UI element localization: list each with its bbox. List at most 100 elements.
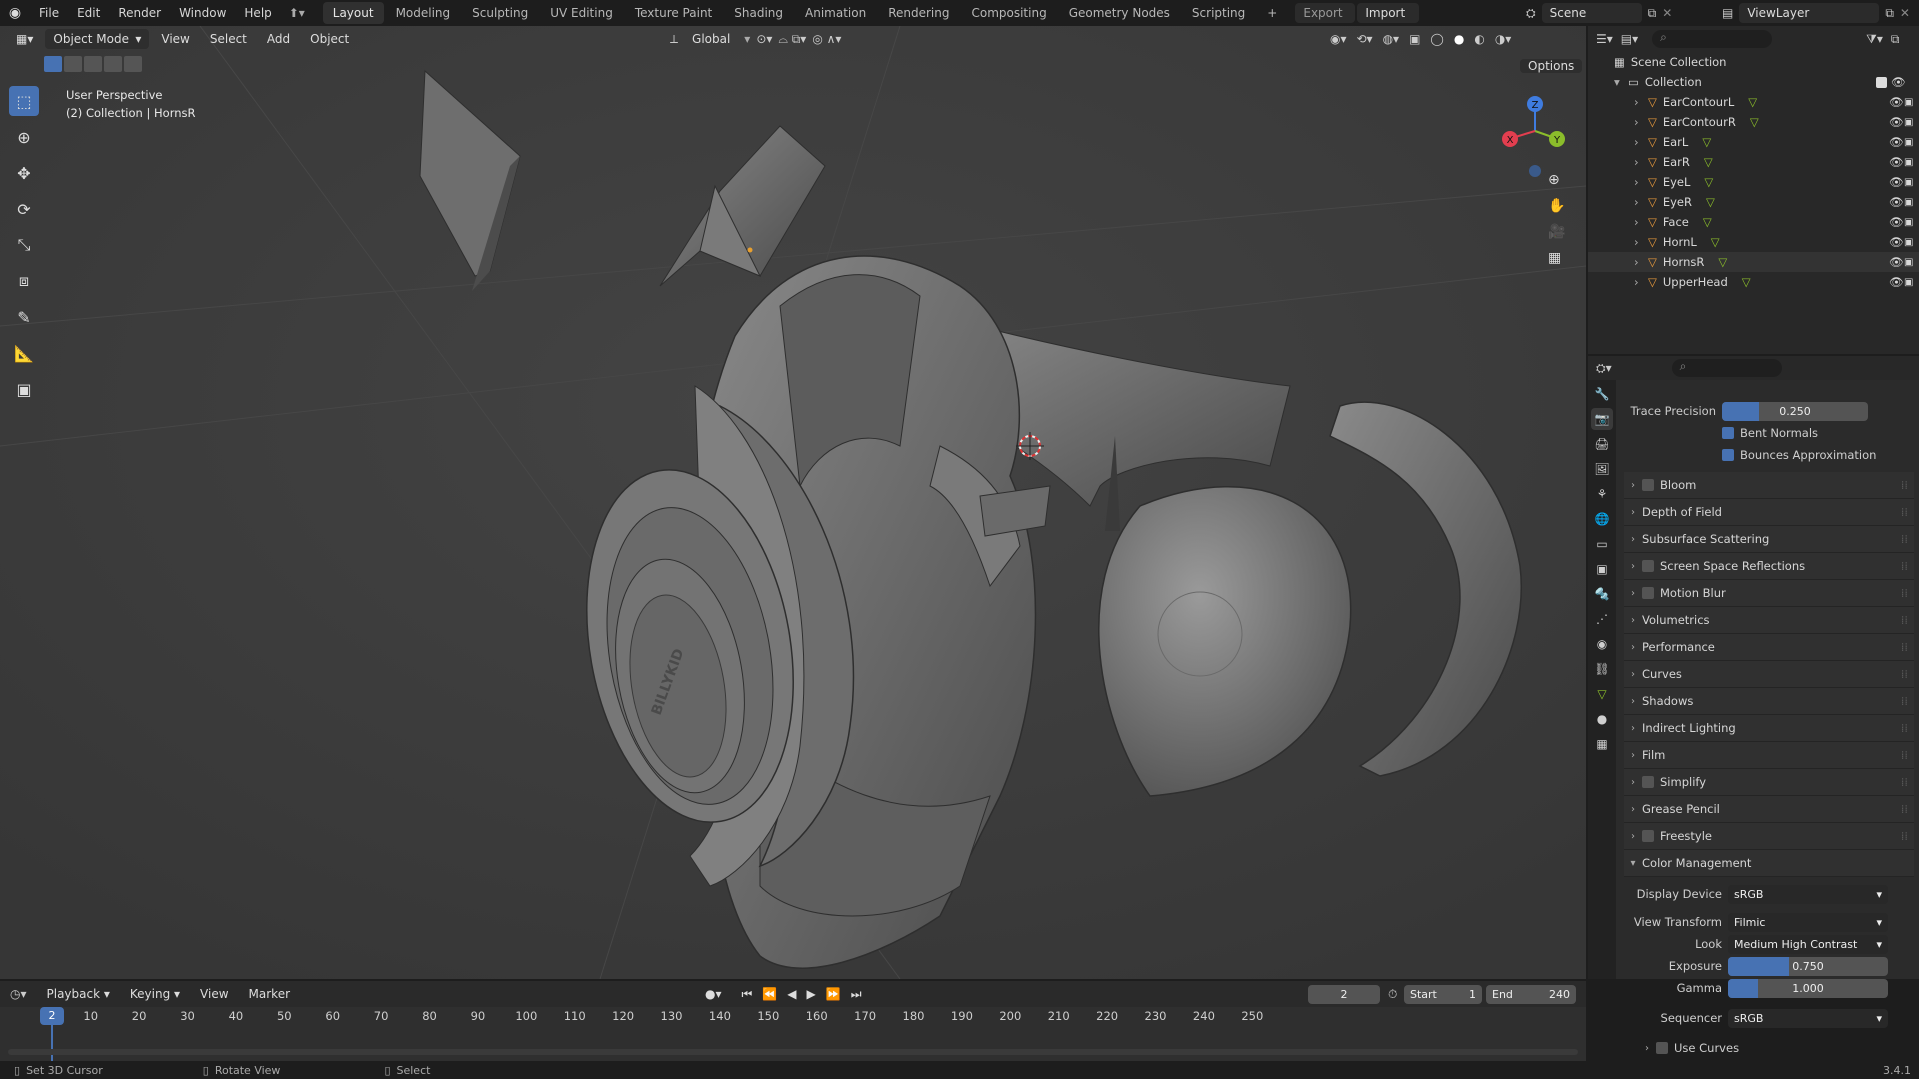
render-camera-icon[interactable]: ▣ — [1904, 277, 1913, 288]
outliner-collection[interactable]: ▾ ▭ Collection 👁 — [1588, 72, 1919, 92]
record-keyframe-icon[interactable]: ●▾ — [705, 987, 722, 1001]
section-shadows[interactable]: › Shadows ⁞⁞ — [1624, 688, 1914, 715]
play-icon[interactable]: ▶ — [807, 987, 816, 1001]
options-button[interactable]: Options — [1520, 56, 1583, 76]
bounces-approximation-checkbox[interactable] — [1722, 449, 1734, 461]
render-camera-icon[interactable]: ▣ — [1904, 177, 1913, 188]
outliner-item[interactable]: › ▽ HornL ▽ 👁 ▣ — [1588, 232, 1919, 252]
bent-normals-checkbox[interactable] — [1722, 427, 1734, 439]
menu-file[interactable]: File — [30, 0, 68, 26]
render-camera-icon[interactable]: ▣ — [1904, 257, 1913, 268]
visibility-eye-icon[interactable]: 👁 — [1889, 115, 1904, 129]
tab-scripting[interactable]: Scripting — [1182, 2, 1255, 24]
gamma-slider[interactable]: 1.000 — [1728, 978, 1888, 998]
prev-keyframe-icon[interactable]: ⏪ — [762, 987, 777, 1001]
new-view-layer-icon[interactable]: ⧉ — [1885, 6, 1894, 21]
subsection-use-curves[interactable]: › Use Curves — [1624, 1035, 1914, 1061]
measure-tool-icon[interactable]: 📐 — [9, 338, 39, 368]
section-checkbox[interactable] — [1642, 830, 1654, 842]
close-scene-icon[interactable]: ✕ — [1662, 6, 1672, 20]
menu-timeline-view[interactable]: View — [192, 984, 236, 1004]
solid-shading-icon[interactable]: ● — [1454, 32, 1464, 46]
render-camera-icon[interactable]: ▣ — [1904, 157, 1913, 168]
rotate-tool-icon[interactable]: ⟳ — [9, 194, 39, 224]
drag-handle-icon[interactable]: ⁞⁞ — [1901, 586, 1908, 600]
overlay-icon[interactable]: ◍▾ — [1383, 32, 1400, 46]
section-bloom[interactable]: › Bloom ⁞⁞ — [1624, 472, 1914, 499]
pivot-icon[interactable]: ⊙▾ — [756, 32, 772, 46]
tab-modeling[interactable]: Modeling — [386, 2, 461, 24]
next-keyframe-icon[interactable]: ⏩ — [826, 987, 841, 1001]
look-select[interactable]: Medium High Contrast ▾ — [1728, 934, 1888, 954]
expand-arrow-icon[interactable]: › — [1634, 275, 1648, 289]
menu-edit[interactable]: Edit — [68, 0, 109, 26]
scene-icon[interactable]: ⛭ — [1526, 6, 1536, 21]
add-workspace-icon[interactable]: + — [1257, 2, 1287, 24]
pan-hand-icon[interactable]: ✋ — [1548, 198, 1565, 214]
tab-uv-editing[interactable]: UV Editing — [540, 2, 623, 24]
scale-tool-icon[interactable]: ⤡ — [9, 230, 39, 260]
3d-viewport[interactable]: BILLYKID ▦▾ Object Mode ▾ View Select Add… — [0, 26, 1586, 979]
section-checkbox[interactable] — [1642, 776, 1654, 788]
section-volumetrics[interactable]: › Volumetrics ⁞⁞ — [1624, 607, 1914, 634]
view-layer-icon[interactable]: ▤ — [1722, 6, 1733, 20]
object-tab-icon[interactable]: ▣ — [1591, 558, 1613, 580]
outliner-item[interactable]: › ▽ UpperHead ▽ 👁 ▣ — [1588, 272, 1919, 292]
start-frame-field[interactable]: Start 1 — [1404, 984, 1482, 1004]
expand-arrow-icon[interactable]: › — [1634, 135, 1648, 149]
outliner-item[interactable]: › ▽ EarContourL ▽ 👁 ▣ — [1588, 92, 1919, 112]
orientation-icon[interactable]: ⟂ — [670, 32, 678, 47]
visibility-eye-icon[interactable]: 👁 — [1889, 215, 1904, 229]
editor-type-icon[interactable]: ▦▾ — [8, 29, 41, 49]
tab-sculpting[interactable]: Sculpting — [462, 2, 538, 24]
render-camera-icon[interactable]: ▣ — [1904, 197, 1913, 208]
outliner-item[interactable]: › ▽ HornsR ▽ 👁 ▣ — [1588, 252, 1919, 272]
tab-layout[interactable]: Layout — [322, 2, 384, 24]
drag-handle-icon[interactable]: ⁞⁞ — [1901, 829, 1908, 843]
material-tab-icon[interactable]: ● — [1591, 708, 1613, 730]
expand-arrow-icon[interactable]: › — [1634, 195, 1648, 209]
tab-texture-paint[interactable]: Texture Paint — [625, 2, 722, 24]
tab-shading[interactable]: Shading — [724, 2, 793, 24]
display-device-select[interactable]: sRGB ▾ — [1728, 884, 1888, 904]
expand-arrow-icon[interactable]: › — [1634, 235, 1648, 249]
menu-view[interactable]: View — [153, 29, 197, 49]
menu-object[interactable]: Object — [302, 29, 357, 49]
camera-icon[interactable]: 🎥 — [1548, 224, 1565, 240]
texture-tab-icon[interactable]: ▦ — [1591, 733, 1613, 755]
blender-logo-icon[interactable]: ◉ — [0, 5, 30, 21]
tab-geometry-nodes[interactable]: Geometry Nodes — [1059, 2, 1180, 24]
section-film[interactable]: › Film ⁞⁞ — [1624, 742, 1914, 769]
drag-handle-icon[interactable]: ⁞⁞ — [1901, 505, 1908, 519]
scene-selector[interactable]: Scene — [1541, 3, 1642, 23]
outliner-editor-icon[interactable]: ☰▾ — [1596, 32, 1613, 46]
modifier-tab-icon[interactable]: 🔩 — [1591, 583, 1613, 605]
drag-handle-icon[interactable]: ⁞⁞ — [1901, 802, 1908, 816]
use-curves-checkbox[interactable] — [1656, 1042, 1668, 1054]
xray-icon[interactable]: ▣ — [1409, 32, 1420, 46]
section-screen-space-reflections[interactable]: › Screen Space Reflections ⁞⁞ — [1624, 553, 1914, 580]
drag-handle-icon[interactable]: ⁞⁞ — [1901, 694, 1908, 708]
render-camera-icon[interactable]: ▣ — [1904, 137, 1913, 148]
menu-marker[interactable]: Marker — [241, 984, 298, 1004]
menu-window[interactable]: Window — [170, 0, 235, 26]
section-motion-blur[interactable]: › Motion Blur ⁞⁞ — [1624, 580, 1914, 607]
display-mode-icon[interactable]: ▤▾ — [1621, 32, 1638, 46]
annotate-tool-icon[interactable]: ✎ — [9, 302, 39, 332]
outliner-item[interactable]: › ▽ EarR ▽ 👁 ▣ — [1588, 152, 1919, 172]
filter-icon[interactable]: ⧩▾ — [1866, 32, 1883, 47]
scene-tab-icon[interactable]: ⚘ — [1591, 483, 1613, 505]
section-checkbox[interactable] — [1642, 479, 1654, 491]
render-camera-icon[interactable]: ▣ — [1904, 97, 1913, 108]
section-color-management[interactable]: ▾ Color Management — [1624, 850, 1914, 877]
expand-arrow-icon[interactable]: › — [1634, 95, 1648, 109]
transform-orientation[interactable]: Global — [684, 29, 738, 49]
drag-handle-icon[interactable]: ⁞⁞ — [1901, 721, 1908, 735]
visibility-eye-icon[interactable]: 👁 — [1889, 275, 1904, 289]
expand-arrow-icon[interactable]: › — [1634, 255, 1648, 269]
visibility-eye-icon[interactable]: 👁 — [1889, 255, 1904, 269]
snap-icon[interactable]: ⌓ ⧉▾ — [778, 32, 806, 47]
render-tab-icon[interactable]: 📷 — [1591, 408, 1613, 430]
timeline-editor-icon[interactable]: ◷▾ — [10, 987, 27, 1001]
outliner-scene-collection[interactable]: ▦ Scene Collection — [1588, 52, 1919, 72]
